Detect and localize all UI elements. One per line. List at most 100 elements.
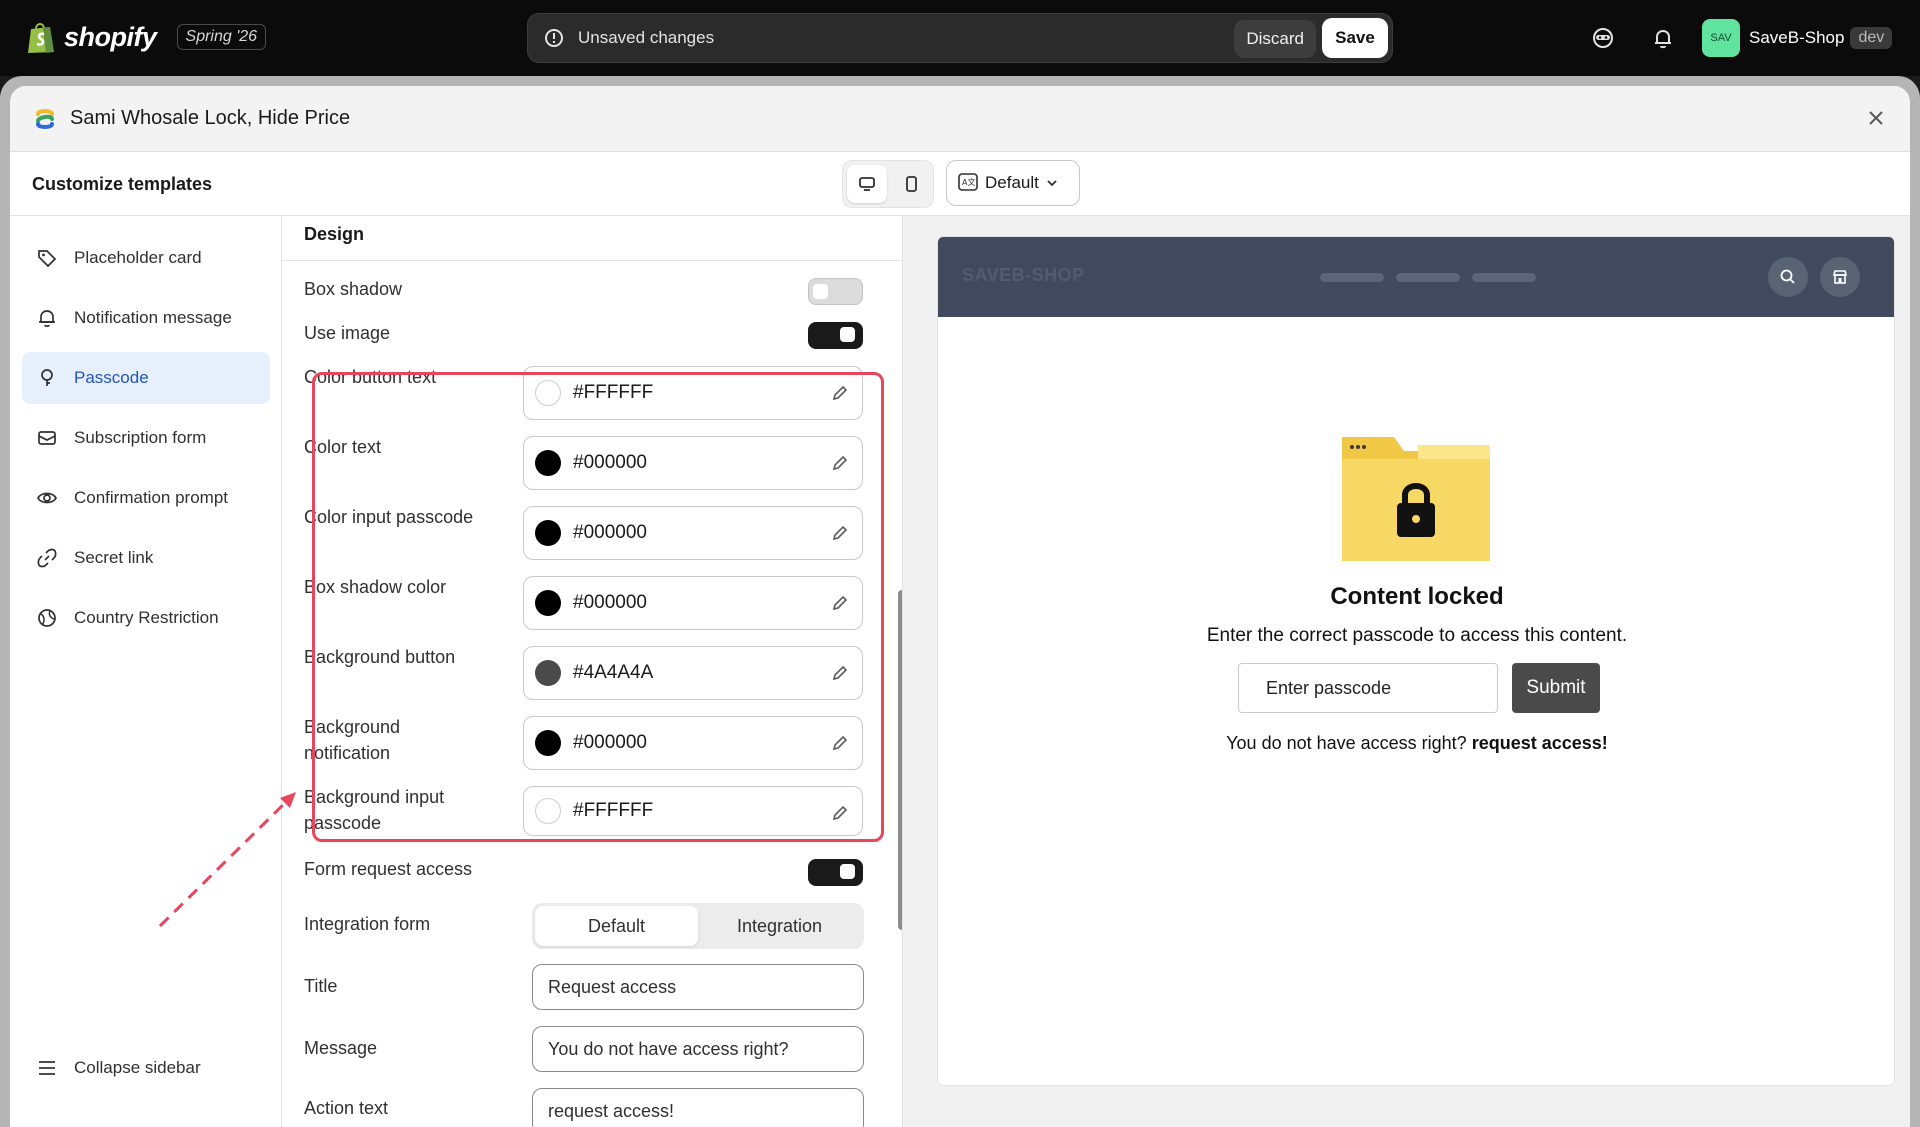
highlight-annotation-box — [312, 372, 884, 842]
app-frame: Sami Whosale Lock, Hide Price Customize … — [0, 76, 1920, 1127]
top-bar: shopify Spring '26 Unsaved changes Disca… — [0, 0, 1920, 76]
tag-icon — [38, 250, 57, 268]
design-settings-panel: Design Box shadow Use image Color button… — [282, 216, 902, 1127]
sidebar: Placeholder card Notification message Pa… — [10, 216, 282, 1127]
collapse-sidebar-label: Collapse sidebar — [74, 1058, 201, 1077]
unsaved-changes-text: Unsaved changes — [578, 28, 715, 47]
divider — [282, 260, 902, 261]
discard-button[interactable]: Discard — [1234, 20, 1316, 58]
message-input[interactable]: You do not have access right? — [532, 1026, 864, 1072]
content-locked-title: Content locked — [1330, 583, 1504, 610]
app-header: Sami Whosale Lock, Hide Price — [10, 86, 1910, 152]
request-access-link[interactable]: request access! — [1472, 733, 1608, 753]
shopify-logo[interactable]: shopify Spring '26 — [26, 20, 267, 54]
search-icon — [1780, 269, 1795, 284]
submit-button[interactable]: Submit — [1512, 663, 1600, 713]
store-env-badge: dev — [1850, 27, 1893, 49]
brand-name: shopify — [64, 21, 157, 52]
form-request-access-toggle[interactable] — [808, 859, 863, 886]
sidebar-item-label: Placeholder card — [74, 248, 202, 267]
sidebar-item-confirmation-prompt[interactable]: Confirmation prompt — [22, 472, 270, 524]
nav-placeholder — [1472, 273, 1536, 282]
integration-form-segmented: Default Integration — [532, 903, 864, 949]
shopify-bag-icon — [28, 23, 54, 53]
passcode-input[interactable]: Enter passcode — [1238, 663, 1498, 713]
toggle-knob — [840, 864, 855, 879]
sidebar-item-label: Notification message — [74, 308, 232, 327]
globe-icon — [38, 609, 56, 627]
segment-integration[interactable]: Integration — [698, 906, 861, 946]
sidebar-item-label: Subscription form — [74, 428, 207, 447]
edition-badge: Spring '26 — [176, 24, 267, 50]
save-button[interactable]: Save — [1322, 18, 1388, 58]
section-title: Design — [304, 224, 365, 244]
customize-toolbar: Customize templates A文 Default — [10, 152, 1910, 216]
store-name: SaveB-Shop — [1749, 28, 1845, 47]
form-request-access-label: Form request access — [304, 859, 473, 879]
title-label: Title — [304, 976, 338, 996]
language-select[interactable]: A文 Default — [946, 160, 1080, 206]
close-icon[interactable] — [1864, 106, 1888, 130]
store-search-button[interactable] — [1768, 257, 1808, 297]
action-text-label: Action text — [304, 1098, 389, 1118]
device-toggle-group — [842, 160, 934, 208]
nav-placeholder — [1396, 273, 1460, 282]
request-access-line: You do not have access right? request ac… — [938, 733, 1894, 754]
title-input[interactable]: Request access — [532, 964, 864, 1010]
bell-icon — [39, 310, 55, 327]
message-label: Message — [304, 1038, 378, 1058]
app-panel: Sami Whosale Lock, Hide Price Customize … — [10, 86, 1910, 1127]
key-icon — [41, 369, 53, 386]
box-shadow-toggle[interactable] — [808, 278, 863, 305]
locked-folder-image — [1342, 437, 1490, 561]
mobile-view-button[interactable] — [891, 165, 931, 203]
email-icon — [38, 431, 56, 445]
collapse-sidebar-button[interactable]: Collapse sidebar — [22, 1042, 270, 1094]
page-title: Customize templates — [32, 174, 213, 194]
segment-default[interactable]: Default — [535, 906, 698, 946]
access-prefix-text: You do not have access right? — [1226, 733, 1467, 753]
svg-text:A文: A文 — [962, 177, 975, 187]
store-brand: SAVEB-SHOP — [962, 265, 1085, 285]
sidebar-item-country-restriction[interactable]: Country Restriction — [22, 592, 270, 644]
action-text-input[interactable]: request access! — [532, 1088, 864, 1127]
sidebar-item-notification-message[interactable]: Notification message — [22, 292, 270, 344]
translate-icon: A文 — [958, 173, 978, 191]
bell-icon[interactable] — [1650, 25, 1676, 51]
app-title: Sami Whosale Lock, Hide Price — [70, 107, 351, 129]
language-label: Default — [985, 173, 1039, 192]
sidebar-item-passcode[interactable]: Passcode — [22, 352, 270, 404]
toggle-knob — [840, 327, 855, 342]
store-switcher[interactable]: SAV SaveB-Shop dev — [1702, 19, 1893, 57]
sidebar-item-placeholder-card[interactable]: Placeholder card — [22, 232, 270, 284]
sidebar-item-label: Secret link — [74, 548, 154, 567]
sidebar-item-subscription-form[interactable]: Subscription form — [22, 412, 270, 464]
menu-icon — [39, 1061, 55, 1075]
sidekick-icon[interactable] — [1590, 25, 1616, 51]
mobile-icon — [906, 176, 917, 192]
store-preview: SAVEB-SHOP Content locked Enter the corr… — [937, 236, 1895, 1086]
desktop-view-button[interactable] — [847, 165, 887, 203]
app-logo-icon — [36, 109, 54, 129]
link-icon — [37, 548, 57, 568]
preview-area: SAVEB-SHOP Content locked Enter the corr… — [902, 216, 1910, 1127]
store-header: SAVEB-SHOP — [938, 237, 1894, 317]
integration-form-label: Integration form — [304, 914, 431, 934]
content-locked-message: Enter the correct passcode to access thi… — [1206, 625, 1628, 646]
toggle-knob — [813, 284, 828, 299]
alert-circle-icon — [545, 29, 563, 47]
use-image-label: Use image — [304, 323, 391, 343]
store-shop-button[interactable] — [1820, 257, 1860, 297]
nav-placeholder — [1320, 273, 1384, 282]
sidebar-item-label: Passcode — [74, 368, 149, 387]
store-icon — [1832, 270, 1848, 284]
use-image-toggle[interactable] — [808, 322, 863, 349]
chevron-down-icon — [1047, 180, 1057, 187]
eye-icon — [37, 492, 57, 504]
box-shadow-label: Box shadow — [304, 279, 403, 299]
desktop-icon — [859, 177, 875, 191]
sidebar-item-secret-link[interactable]: Secret link — [22, 532, 270, 584]
unsaved-changes-bar: Unsaved changes Discard Save — [527, 13, 1393, 63]
sidebar-item-label: Country Restriction — [74, 608, 219, 627]
store-avatar: SAV — [1702, 19, 1740, 57]
